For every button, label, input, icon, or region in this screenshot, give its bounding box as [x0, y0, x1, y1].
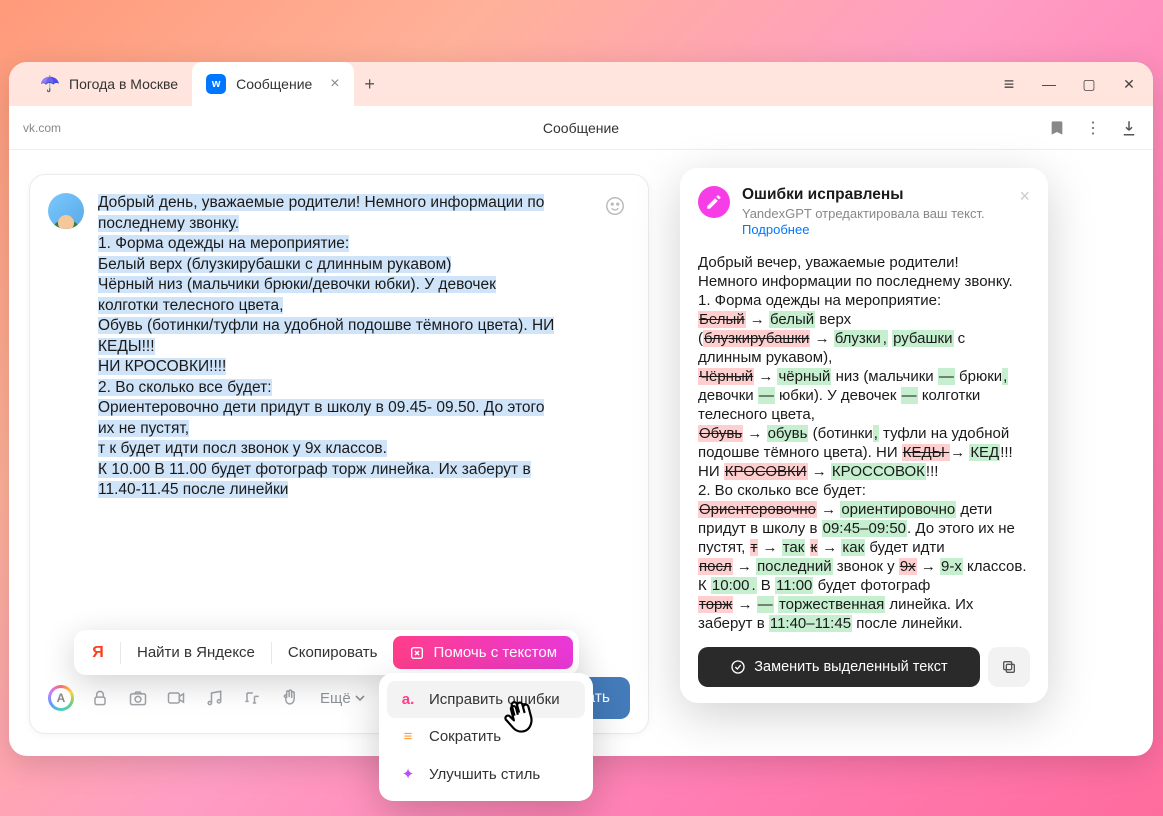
shorten-icon: ≡	[399, 728, 417, 745]
details-link[interactable]: Подробнее	[742, 222, 809, 237]
url-text[interactable]: vk.com	[23, 121, 61, 135]
address-bar: vk.com Сообщение ⋮	[9, 106, 1153, 150]
umbrella-icon: ☂️	[41, 75, 59, 93]
camera-icon[interactable]	[126, 686, 150, 710]
peace-icon[interactable]	[278, 686, 302, 710]
music-icon[interactable]	[202, 686, 226, 710]
ai-icon[interactable]	[48, 685, 74, 711]
close-window-icon[interactable]: ✕	[1119, 74, 1139, 94]
more-button[interactable]: Ещё	[320, 690, 365, 707]
tab-label: Сообщение	[236, 76, 312, 92]
tab-label: Погода в Москве	[69, 76, 178, 92]
edit-icon	[698, 186, 730, 218]
corrections-panel: Ошибки исправлены YandexGPT отредактиров…	[680, 168, 1048, 703]
improve-item[interactable]: ✦ Улучшить стиль	[387, 755, 585, 793]
sparkle-icon: ✦	[399, 765, 417, 783]
copy-result-button[interactable]	[988, 647, 1030, 687]
bookmark-icon[interactable]	[1047, 118, 1067, 138]
message-text[interactable]: Добрый день, уважаемые родители! Немного…	[98, 193, 630, 501]
menu-icon[interactable]: ≡	[999, 74, 1019, 94]
maximize-icon[interactable]: ▢	[1079, 74, 1099, 94]
tab-message[interactable]: w Сообщение ×	[192, 62, 354, 106]
selection-popup: Я Найти в Яндексе Скопировать Помочь с т…	[74, 630, 579, 675]
search-button[interactable]: Найти в Яндексе	[125, 636, 267, 669]
tab-bar: ☂️ Погода в Москве w Сообщение × + ≡ — ▢…	[9, 62, 1153, 106]
yandex-icon: Я	[86, 641, 110, 665]
avatar[interactable]	[48, 193, 84, 229]
panel-title: Ошибки исправлены	[742, 186, 1007, 204]
vk-icon: w	[206, 74, 226, 94]
fix-errors-item[interactable]: a. Исправить ошибки	[387, 681, 585, 718]
diff-text: Добрый вечер, уважаемые родители! Немног…	[698, 253, 1030, 633]
tab-weather[interactable]: ☂️ Погода в Москве	[27, 62, 192, 106]
shorten-item[interactable]: ≡ Сократить	[387, 718, 585, 755]
help-text-button[interactable]: Помочь с текстом	[393, 636, 573, 669]
minimize-icon[interactable]: —	[1039, 74, 1059, 94]
window-controls: ≡ — ▢ ✕	[999, 62, 1139, 106]
help-dropdown: a. Исправить ошибки ≡ Сократить ✦ Улучши…	[379, 673, 593, 801]
download-icon[interactable]	[1119, 118, 1139, 138]
panel-subtitle: YandexGPT отредактировала ваш текст.	[742, 206, 1007, 221]
close-icon[interactable]: ×	[330, 75, 339, 93]
page-title: Сообщение	[543, 120, 619, 136]
more-icon[interactable]: ⋮	[1083, 118, 1103, 138]
spellcheck-icon: a.	[399, 691, 417, 708]
emoji-icon[interactable]	[604, 195, 626, 217]
text-format-icon[interactable]	[240, 686, 264, 710]
video-icon[interactable]	[164, 686, 188, 710]
replace-button[interactable]: Заменить выделенный текст	[698, 647, 980, 687]
copy-button[interactable]: Скопировать	[276, 636, 390, 669]
close-panel-icon[interactable]: ×	[1019, 186, 1030, 239]
lock-icon[interactable]	[88, 686, 112, 710]
new-tab-button[interactable]: +	[354, 74, 386, 95]
